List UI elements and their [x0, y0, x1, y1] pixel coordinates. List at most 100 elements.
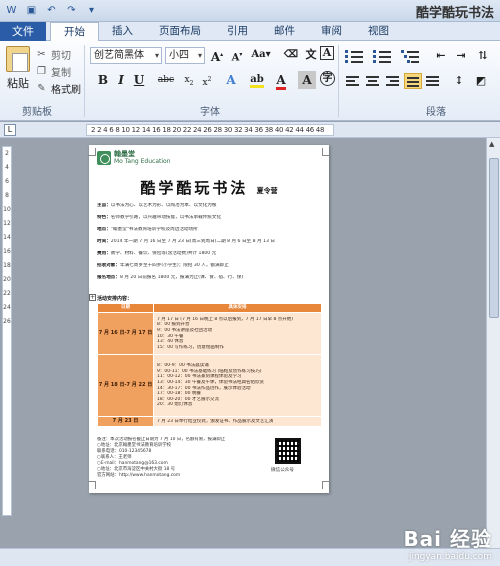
font-group-label: 字体 — [200, 107, 220, 118]
undo-icon[interactable]: ↶ — [44, 3, 59, 18]
align-right-button[interactable] — [384, 73, 402, 89]
tab-insert[interactable]: 插入 — [99, 22, 146, 42]
info-line: 地点："翰墨堂"书法教育培训学校及周边活动场所 — [97, 227, 198, 232]
char-border-button[interactable]: A — [320, 46, 334, 60]
qr-label: 微信公众号 — [271, 468, 294, 473]
table-cell-date: 7 月 16 日-7 月 17 日 — [97, 312, 154, 355]
chevron-down-icon: ▾ — [154, 51, 159, 60]
enclose-char-button[interactable]: 字 — [320, 71, 335, 86]
italic-button[interactable]: I — [112, 71, 130, 89]
tab-references[interactable]: 引用 — [214, 22, 261, 42]
table-cell-activity: 8：00-9：00 书法晨读诵 9：00-11：00 书法基础练习 (临帖及创作… — [153, 354, 322, 417]
vertical-ruler[interactable]: 2 4 6 8 10 12 14 16 18 20 22 24 26 — [2, 146, 12, 516]
table-move-handle[interactable]: + — [89, 294, 96, 301]
ribbon-home: 粘贴 ✂ 剪切 ❐ 复制 ✎ 格式刷 剪贴板 创艺简黑体 ▾ 小四 ▾ A▴ A▾ Aa▾… — [0, 41, 500, 121]
scroll-up-icon[interactable]: ▲ — [489, 140, 494, 148]
document-page[interactable]: 翰墨堂 Mo Tang Education 酷学酷玩书法 夏令营 主旨：以书法为… — [88, 145, 330, 493]
text-effects-button[interactable]: A — [222, 71, 240, 89]
sort-icon[interactable]: ⇅ — [474, 47, 492, 65]
highlight-color-button[interactable]: ab — [248, 71, 266, 89]
line-spacing-icon[interactable]: ↕ — [450, 72, 468, 90]
scissors-icon: ✂ — [37, 49, 46, 60]
document-title: 酷学酷玩书法 — [415, 6, 494, 21]
redo-icon[interactable]: ↷ — [64, 3, 79, 18]
underline-button[interactable]: U — [130, 71, 148, 89]
font-color-button[interactable]: A — [272, 71, 290, 90]
paragraph-group-label: 段落 — [426, 107, 446, 118]
font-family-select[interactable]: 创艺简黑体 ▾ — [90, 47, 162, 64]
subscript-button[interactable]: x2 — [180, 71, 198, 89]
multilevel-list-button[interactable] — [400, 48, 422, 64]
align-center-button[interactable] — [364, 73, 382, 89]
table-header-row: 日期 具体安排 — [97, 303, 322, 313]
table-header: 具体安排 — [153, 303, 322, 313]
table-row: 7 月 16 日-7 月 17 日 7 月 17 日 (7 月 16 日晚上 8… — [97, 312, 322, 355]
table-cell-date: 7 月 18 日-7 月 22 日 — [97, 354, 154, 417]
baidu-watermark: Bai 经验 jingyan.baidu.com — [403, 527, 492, 562]
phonetic-guide-icon[interactable]: 文 — [302, 46, 320, 64]
title-bar: W ▣ ↶ ↷ ▾ 酷学酷玩书法 — [0, 0, 500, 22]
schedule-table: 日期 具体安排 7 月 16 日-7 月 17 日 7 月 17 日 (7 月 … — [97, 303, 322, 427]
table-cell-activity: 7 月 17 日 (7 月 16 日晚上 8 点以后报到，7 月 17 日早 8… — [153, 312, 322, 355]
table-cell-date: 7 月 23 日 — [97, 416, 154, 427]
group-divider — [84, 45, 85, 117]
table-header: 日期 — [97, 303, 154, 313]
tab-selector[interactable]: L — [4, 124, 16, 136]
tab-view[interactable]: 视图 — [355, 22, 402, 42]
char-shading-button[interactable]: A — [298, 71, 316, 89]
strikethrough-button[interactable]: abc — [155, 71, 177, 89]
font-size-select[interactable]: 小四 ▾ — [165, 47, 205, 64]
ribbon-tab-row: 文件 开始 插入 页面布局 引用 邮件 审阅 视图 — [0, 22, 500, 42]
paste-icon[interactable] — [6, 46, 30, 72]
tab-file[interactable]: 文件 — [0, 22, 46, 41]
customize-qat-icon[interactable]: ▾ — [84, 3, 99, 18]
increase-indent-icon[interactable]: ⇥ — [452, 47, 470, 65]
copy-button[interactable]: ❐ 复制 — [36, 64, 71, 79]
numbering-button[interactable] — [372, 48, 394, 64]
shrink-font-button[interactable]: A▾ — [228, 46, 246, 64]
schedule-label: 活动安排内容： — [97, 296, 133, 302]
word-app-icon[interactable]: W — [4, 3, 19, 18]
decrease-indent-icon[interactable]: ⇤ — [432, 47, 450, 65]
vertical-scrollbar[interactable]: ▲ — [486, 138, 500, 548]
crop-mark — [88, 481, 96, 489]
school-logo: 翰墨堂 Mo Tang Education — [97, 151, 171, 165]
table-row: 7 月 18 日-7 月 22 日 8：00-9：00 书法晨读诵 9：00-1… — [97, 354, 322, 417]
change-case-button[interactable]: Aa▾ — [250, 46, 272, 64]
justify-button[interactable] — [404, 73, 422, 89]
tab-home[interactable]: 开始 — [50, 22, 99, 42]
page-title: 酷学酷玩书法 夏令营 — [140, 179, 278, 197]
paste-button[interactable]: 粘贴 — [7, 75, 29, 91]
cut-button[interactable]: ✂ 剪切 — [36, 47, 71, 62]
bold-button[interactable]: B — [94, 71, 112, 89]
crop-mark — [88, 148, 96, 156]
info-line: 报名地点：8 月 20 日前报名 1800 元，报满为止(课、食、宿、行、保) — [97, 275, 244, 280]
superscript-button[interactable]: x2 — [198, 71, 216, 89]
info-line: 招收对象：年满七周岁至十四岁(小学生)；限招 30 人，额满即止 — [97, 263, 229, 268]
info-line: 费用：教学、材料、餐饮、保险等(含活动费)共计 1800 元 — [97, 251, 217, 256]
scrollbar-thumb[interactable] — [489, 158, 499, 318]
shading-icon[interactable]: ◩ — [472, 72, 490, 90]
contact-footer: 备注：本次活动报名截止日期为 7 月 10 日，名额有限，报满即止 ○地址：北京… — [97, 437, 226, 478]
bullets-button[interactable] — [344, 48, 366, 64]
tab-page-layout[interactable]: 页面布局 — [146, 22, 214, 42]
align-left-button[interactable] — [344, 73, 362, 89]
tab-mailings[interactable]: 邮件 — [261, 22, 308, 42]
info-line: 主旨：以书法为心、以艺术为形、以陶冶为本、以文化为根 — [97, 203, 217, 208]
brush-icon: ✎ — [37, 83, 46, 94]
clear-format-icon[interactable]: ⌫ — [282, 46, 300, 64]
ruler-bar: L 2 2 4 6 8 10 12 14 16 18 20 22 24 26 2… — [0, 122, 500, 138]
chevron-down-icon: ▾ — [197, 51, 202, 60]
crop-mark — [322, 148, 330, 156]
quick-access-toolbar: W ▣ ↶ ↷ ▾ — [4, 3, 99, 18]
info-line: 时间：2014 年一期 7 月 16 日至 7 月 23 日(周三到周日)二期 … — [97, 239, 275, 244]
qr-code — [275, 438, 301, 464]
copy-icon: ❐ — [37, 66, 46, 77]
info-line: 特色：名师教学引路，以兴趣带动技能，以书法承载传统文化 — [97, 215, 222, 220]
format-painter-button[interactable]: ✎ 格式刷 — [36, 81, 81, 96]
distributed-button[interactable] — [424, 73, 442, 89]
grow-font-button[interactable]: A▴ — [208, 46, 226, 64]
save-icon[interactable]: ▣ — [24, 3, 39, 18]
horizontal-ruler[interactable]: 2 2 4 6 8 10 12 14 16 18 20 22 24 26 28 … — [86, 124, 334, 136]
tab-review[interactable]: 审阅 — [308, 22, 355, 42]
